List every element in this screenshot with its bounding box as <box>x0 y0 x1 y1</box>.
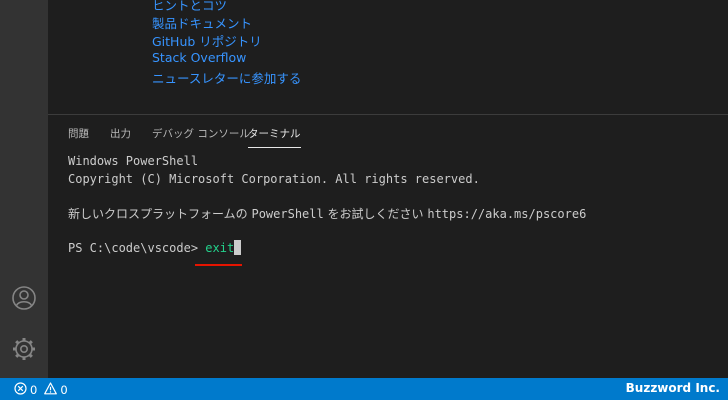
status-bar: 0 0 Buzzword Inc. <box>0 378 728 400</box>
error-icon <box>14 382 27 398</box>
terminal-line-pscore: 新しいクロスプラットフォームの PowerShell をお試しください http… <box>68 205 586 222</box>
tab-output[interactable]: 出力 <box>110 126 131 147</box>
link-stack-overflow[interactable]: Stack Overflow <box>152 50 246 65</box>
activity-bar <box>0 0 48 378</box>
bottom-panel: 問題 出力 デバッグ コンソール ターミナル Windows PowerShel… <box>48 115 728 378</box>
highlight-underline <box>195 264 242 266</box>
link-newsletter[interactable]: ニュースレターに参加する <box>152 68 301 87</box>
link-tips[interactable]: ヒントとコツ <box>152 0 227 14</box>
tab-terminal[interactable]: ターミナル <box>248 126 301 148</box>
terminal-prompt: PS C:\code\vscode> <box>68 241 206 255</box>
terminal-command: exit <box>205 241 235 255</box>
editor-area: ヒントとコツ 製品ドキュメント GitHub リポジトリ Stack Overf… <box>48 0 728 115</box>
warning-count: 0 <box>60 383 68 397</box>
pscore-url[interactable]: https://aka.ms/pscore6 <box>427 207 586 221</box>
problems-status[interactable]: 0 0 <box>14 382 68 398</box>
error-count: 0 <box>30 383 38 397</box>
terminal-prompt-line: PS C:\code\vscode> exit <box>68 240 242 255</box>
terminal-cursor <box>234 240 242 255</box>
gear-icon[interactable] <box>9 334 39 364</box>
terminal-line-header: Windows PowerShell <box>68 154 199 168</box>
brand-label: Buzzword Inc. <box>625 381 720 395</box>
warning-icon <box>44 382 58 398</box>
link-github-repo[interactable]: GitHub リポジトリ <box>152 31 262 50</box>
pscore-text-1: 新しいクロスプラットフォームの <box>68 207 252 221</box>
pscore-ps: PowerShell <box>251 207 324 221</box>
account-icon[interactable] <box>9 283 39 313</box>
terminal-line-copyright: Copyright (C) Microsoft Corporation. All… <box>68 172 480 186</box>
tab-problems[interactable]: 問題 <box>68 126 89 147</box>
tab-debug-console[interactable]: デバッグ コンソール <box>152 126 250 147</box>
link-product-docs[interactable]: 製品ドキュメント <box>152 13 252 32</box>
pscore-text-2: をお試しください <box>323 207 428 221</box>
